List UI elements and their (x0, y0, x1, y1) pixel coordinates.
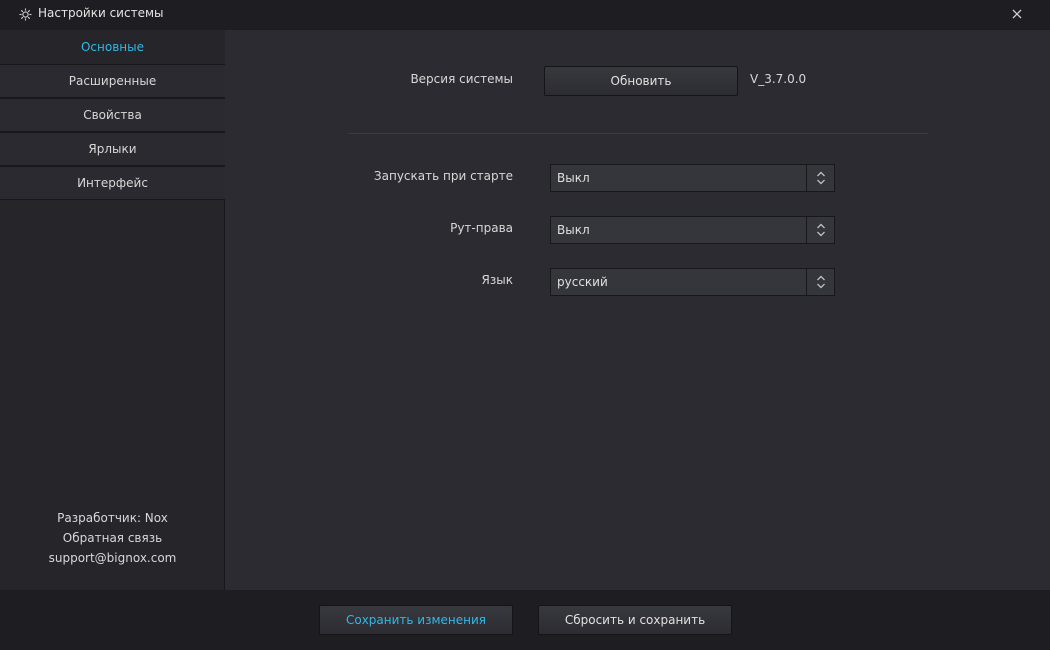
autostart-value: Выкл (557, 171, 590, 185)
language-select[interactable]: русский (550, 268, 835, 296)
sidebar-item-interface[interactable]: Интерфейс (0, 166, 225, 200)
gear-icon (19, 8, 32, 21)
up-down-arrows-icon (806, 165, 834, 191)
sidebar-item-label: Свойства (83, 108, 142, 122)
sidebar-item-properties[interactable]: Свойства (0, 98, 225, 132)
autostart-select[interactable]: Выкл (550, 164, 835, 192)
close-icon (1012, 8, 1022, 22)
save-changes-button[interactable]: Сохранить изменения (319, 605, 513, 635)
window-title: Настройки системы (38, 6, 164, 20)
title-bar: Настройки системы (0, 0, 1050, 30)
version-label: Версия системы (410, 72, 513, 86)
feedback-text: Обратная связь (62, 531, 163, 545)
up-down-arrows-icon (806, 269, 834, 295)
language-label: Язык (481, 273, 513, 287)
sidebar-item-label: Расширенные (68, 74, 157, 88)
sidebar-footer: Разработчик: Nox Обратная связь support@… (0, 508, 225, 568)
root-label: Рут-права (450, 221, 513, 235)
reset-and-save-button[interactable]: Сбросить и сохранить (538, 605, 732, 635)
sidebar-item-label: Основные (80, 40, 144, 54)
root-value: Выкл (557, 223, 590, 237)
developer-text: Разработчик: Nox (57, 511, 168, 525)
autostart-label: Запускать при старте (373, 169, 513, 183)
sidebar-item-basic[interactable]: Основные (0, 30, 225, 64)
sidebar: Основные Расширенные Свойства Ярлыки Инт… (0, 30, 225, 590)
up-down-arrows-icon (806, 217, 834, 243)
divider (348, 133, 928, 134)
support-email: support@bignox.com (48, 551, 177, 565)
language-value: русский (557, 275, 608, 289)
sidebar-item-label: Ярлыки (88, 142, 137, 156)
sidebar-item-label: Интерфейс (77, 176, 148, 190)
version-value: V_3.7.0.0 (750, 72, 807, 86)
root-select[interactable]: Выкл (550, 216, 835, 244)
sidebar-item-shortcuts[interactable]: Ярлыки (0, 132, 225, 166)
bottom-bar: Сохранить изменения Сбросить и сохранить (0, 590, 1050, 650)
close-button[interactable] (1006, 4, 1028, 26)
update-button[interactable]: Обновить (544, 66, 738, 96)
sidebar-item-advanced[interactable]: Расширенные (0, 64, 225, 98)
